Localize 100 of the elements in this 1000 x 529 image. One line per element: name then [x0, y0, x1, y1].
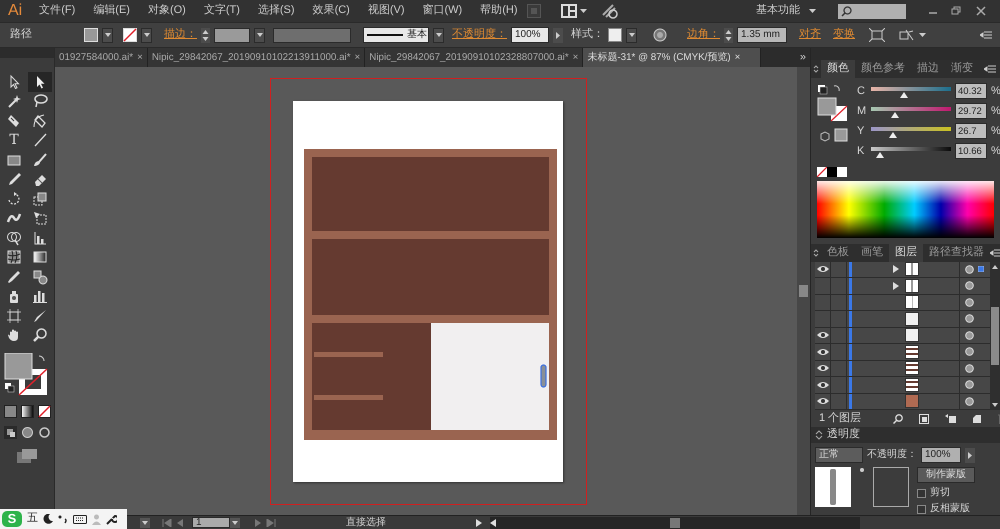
- eye-icon[interactable]: [816, 380, 828, 389]
- caret-icon[interactable]: [580, 9, 587, 13]
- slice-icon[interactable]: [32, 308, 48, 324]
- expand-arrow-icon[interactable]: [893, 282, 899, 290]
- value-field[interactable]: 29.72: [955, 103, 987, 120]
- menu-item[interactable]: 帮助(H): [471, 4, 527, 18]
- caret-icon[interactable]: [628, 33, 634, 37]
- line-segment-icon[interactable]: [32, 132, 48, 148]
- panel-tab[interactable]: 颜色: [821, 60, 855, 78]
- blend-mode-dropdown[interactable]: 正常: [815, 447, 863, 463]
- search-icon[interactable]: [893, 414, 904, 424]
- pen-icon[interactable]: [6, 112, 22, 129]
- tab-overflow-button[interactable]: »: [796, 48, 810, 67]
- document-tab[interactable]: 未标题-31* @ 87% (CMYK/预览) ×: [583, 48, 762, 67]
- value-field[interactable]: 26.7: [955, 123, 987, 140]
- scroll-left-icon[interactable]: [490, 518, 496, 526]
- arrow-button-icon[interactable]: [965, 448, 975, 462]
- checkbox[interactable]: [917, 504, 926, 514]
- column-graph-icon[interactable]: [32, 288, 48, 304]
- scroll-up-icon[interactable]: [992, 264, 998, 269]
- panel-tab[interactable]: 路径查找器: [923, 244, 990, 262]
- lasso-icon[interactable]: [32, 93, 48, 110]
- dropdown-button[interactable]: [102, 28, 113, 42]
- zoom-icon[interactable]: [32, 327, 48, 344]
- color-swatch[interactable]: [837, 166, 847, 177]
- caret-icon[interactable]: [809, 9, 816, 13]
- stroke-link[interactable]: 描边：: [164, 28, 197, 42]
- arrange-documents-icon[interactable]: [560, 4, 577, 18]
- caret-icon[interactable]: [104, 33, 110, 37]
- eye-icon[interactable]: [816, 265, 828, 274]
- scrollbar-thumb[interactable]: [991, 306, 999, 365]
- spinner-icon[interactable]: [201, 28, 210, 42]
- isolate-icon[interactable]: [869, 28, 885, 42]
- corner-link[interactable]: 边角：: [687, 28, 720, 42]
- scroll-down-icon[interactable]: [992, 403, 998, 408]
- direct-selection-tool-tool[interactable]: [28, 72, 52, 92]
- align-link[interactable]: 对齐: [799, 28, 821, 42]
- layer-row[interactable]: [815, 377, 990, 394]
- document-tab[interactable]: Nipic_29842067_20190910102213911000.ai* ×: [148, 48, 366, 67]
- corner-radius-field[interactable]: 1.35 mm: [737, 27, 787, 43]
- punctuation-icon[interactable]: [58, 514, 68, 524]
- gradient-icon[interactable]: [32, 249, 48, 266]
- spinner-icon[interactable]: [724, 28, 733, 42]
- previous-page-icon[interactable]: [176, 518, 184, 526]
- panel-menu-icon[interactable]: [980, 31, 992, 39]
- layer-row[interactable]: [815, 262, 990, 278]
- close-tab-button[interactable]: ×: [572, 52, 578, 64]
- new-layer-icon[interactable]: [972, 414, 982, 424]
- stacked-bars-icon[interactable]: [32, 230, 48, 246]
- screen-mode-icon[interactable]: [17, 449, 37, 463]
- panel-tab[interactable]: 色板: [821, 244, 855, 262]
- close-tab-button[interactable]: ×: [734, 52, 740, 64]
- status-menu-arrow-icon[interactable]: [476, 518, 482, 526]
- arrow-button-icon[interactable]: [553, 28, 563, 42]
- type-tool-tool[interactable]: T: [2, 130, 26, 150]
- gradient-mode-icon[interactable]: [20, 405, 34, 418]
- stroke-style-field[interactable]: 基本: [363, 27, 429, 43]
- scrollbar-thumb[interactable]: [670, 518, 680, 528]
- panel-tab[interactable]: 渐变: [945, 60, 979, 78]
- layer-row[interactable]: [815, 360, 990, 378]
- keyboard-icon[interactable]: [73, 514, 87, 524]
- menu-item[interactable]: 编辑(E): [84, 4, 139, 18]
- menu-item[interactable]: 窗口(W): [414, 4, 472, 18]
- workspace-switcher[interactable]: 基本功能: [747, 4, 809, 18]
- layer-row[interactable]: [815, 311, 990, 328]
- rotate-icon[interactable]: [6, 190, 22, 207]
- eye-icon[interactable]: [816, 397, 828, 406]
- wrench-icon[interactable]: [106, 514, 117, 524]
- stroke-weight-field[interactable]: [214, 28, 250, 42]
- opacity-link[interactable]: 不透明度：: [452, 28, 507, 42]
- color-mode-icon[interactable]: [4, 405, 16, 418]
- dropdown-button[interactable]: [626, 28, 637, 42]
- recolor-icon[interactable]: [653, 28, 667, 42]
- blend-icon[interactable]: [32, 268, 48, 285]
- layer-row[interactable]: [815, 328, 990, 344]
- scrollbar-thumb[interactable]: [799, 285, 808, 297]
- eye-icon[interactable]: [816, 364, 828, 372]
- search-field[interactable]: [838, 4, 906, 18]
- panel-tab[interactable]: 描边: [911, 60, 945, 78]
- transform-link[interactable]: 变换: [833, 28, 855, 42]
- shape-builder-icon[interactable]: [6, 230, 22, 246]
- close-tab-button[interactable]: ×: [137, 52, 143, 64]
- caret-icon[interactable]: [436, 33, 442, 37]
- dropdown-button[interactable]: [141, 28, 152, 42]
- caret-icon[interactable]: [256, 33, 262, 37]
- make-mask-button[interactable]: 制作蒙版: [917, 467, 975, 483]
- menu-item[interactable]: 对象(O): [138, 4, 195, 18]
- curvature-pen-icon[interactable]: [32, 112, 48, 129]
- new-sublayer-icon[interactable]: [945, 414, 956, 424]
- scale-icon[interactable]: [32, 190, 48, 207]
- layer-row[interactable]: [815, 278, 990, 295]
- first-page-icon[interactable]: [162, 518, 172, 526]
- panel-tab[interactable]: 图层: [889, 244, 923, 262]
- stroke-swatch[interactable]: [123, 28, 137, 42]
- menu-item[interactable]: 视图(V): [358, 4, 414, 18]
- page-field[interactable]: 1: [192, 517, 230, 528]
- none-mode-icon[interactable]: [38, 405, 50, 418]
- opacity-field[interactable]: 100%: [921, 447, 961, 463]
- expand-arrow-icon[interactable]: [893, 265, 899, 274]
- free-transform-icon[interactable]: [32, 210, 48, 226]
